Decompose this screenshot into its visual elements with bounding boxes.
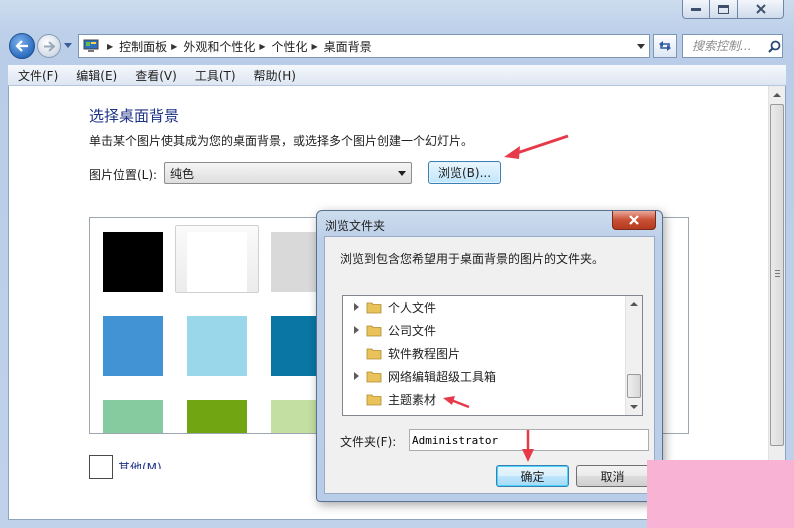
chevron-down-icon	[398, 171, 406, 176]
search-box[interactable]	[682, 34, 783, 58]
grip-icon	[775, 270, 780, 277]
tree-scrollbar[interactable]	[625, 296, 642, 415]
scrollbar-thumb[interactable]	[770, 104, 784, 446]
expand-icon[interactable]	[349, 372, 363, 380]
color-swatch-mint[interactable]	[103, 400, 163, 433]
color-swatch-green[interactable]	[187, 400, 247, 433]
picture-location-select[interactable]: 纯色	[164, 162, 412, 184]
folder-icon	[366, 302, 382, 313]
close-icon	[629, 215, 639, 225]
vertical-scrollbar[interactable]	[768, 86, 785, 519]
page-description: 单击某个图片使其成为您的桌面背景，或选择多个图片创建一个幻灯片。	[89, 134, 474, 148]
address-bar[interactable]: ▶ 控制面板 ▶ 外观和个性化 ▶ 个性化 ▶ 桌面背景	[78, 34, 650, 58]
menu-help[interactable]: 帮助(H)	[244, 67, 304, 84]
color-swatch-black[interactable]	[103, 232, 163, 292]
scroll-up-button[interactable]	[769, 86, 785, 103]
tree-item-label: 公司文件	[388, 323, 437, 338]
tree-scrollbar-thumb[interactable]	[627, 374, 641, 398]
window-caption-buttons	[682, 0, 784, 19]
tree-item-label: 软件教程图片	[388, 346, 461, 361]
arrow-up-icon[interactable]	[630, 302, 638, 306]
maximize-button[interactable]	[710, 0, 738, 19]
cancel-button[interactable]: 取消	[576, 465, 649, 487]
page-title: 选择桌面背景	[89, 107, 180, 125]
menu-bar: 文件(F) 编辑(E) 查看(V) 工具(T) 帮助(H)	[8, 65, 786, 86]
breadcrumb-separator: ▶	[259, 41, 266, 51]
minimize-icon	[691, 8, 701, 11]
menu-view[interactable]: 查看(V)	[125, 67, 185, 84]
folder-icon	[366, 394, 382, 405]
more-colors-link[interactable]: 其他(M)...	[118, 459, 173, 469]
browse-folder-dialog: 浏览文件夹 浏览到包含您希望用于桌面背景的图片的文件夹。 个人文件 公司文件 软…	[316, 210, 663, 502]
dialog-message: 浏览到包含您希望用于桌面背景的图片的文件夹。	[340, 252, 605, 266]
tree-item-toolbox[interactable]: 网络编辑超级工具箱	[343, 365, 496, 387]
tree-item-personal[interactable]: 个人文件	[343, 296, 436, 318]
folder-tree[interactable]: 个人文件 公司文件 软件教程图片 网络编辑超级工具箱 主题素材	[342, 295, 643, 416]
expand-icon[interactable]	[349, 326, 363, 334]
recent-pages-dropdown[interactable]	[64, 43, 72, 48]
search-input[interactable]	[692, 39, 762, 53]
address-dropdown-icon[interactable]	[637, 44, 645, 49]
refresh-icon	[659, 41, 671, 51]
tree-item-label: 主题素材	[388, 392, 437, 407]
dialog-body: 浏览到包含您希望用于桌面背景的图片的文件夹。 个人文件 公司文件 软件教程图片 …	[324, 236, 655, 494]
more-colors-swatch[interactable]	[89, 455, 113, 479]
color-swatch-blue[interactable]	[103, 316, 163, 376]
menu-file[interactable]: 文件(F)	[8, 67, 66, 84]
forward-arrow-icon	[43, 40, 55, 52]
dialog-close-button[interactable]	[612, 211, 656, 230]
refresh-button[interactable]	[653, 34, 677, 58]
browse-button[interactable]: 浏览(B)...	[428, 161, 501, 184]
folder-icon	[366, 325, 382, 336]
breadcrumb-personalization[interactable]: 个性化	[272, 38, 308, 55]
picture-location-label: 图片位置(L):	[89, 168, 158, 182]
forward-button[interactable]	[37, 34, 61, 58]
menu-tools[interactable]: 工具(T)	[185, 67, 244, 84]
tree-item-label: 个人文件	[388, 300, 437, 315]
back-button[interactable]	[9, 33, 35, 59]
picture-location-value: 纯色	[170, 166, 195, 181]
breadcrumb-separator: ▶	[107, 41, 114, 51]
tree-item-theme-material[interactable]: 主题素材	[343, 388, 436, 410]
color-swatch-light-blue[interactable]	[187, 316, 247, 376]
menu-edit[interactable]: 编辑(E)	[66, 67, 125, 84]
tree-item-tutorial-images[interactable]: 软件教程图片	[343, 342, 460, 364]
search-icon[interactable]	[768, 40, 781, 53]
close-button[interactable]	[738, 0, 784, 19]
ok-button[interactable]: 确定	[496, 465, 569, 487]
folder-icon	[366, 371, 382, 382]
arrow-down-icon[interactable]	[630, 405, 638, 409]
expand-icon[interactable]	[349, 303, 363, 311]
maximize-icon	[718, 4, 729, 14]
folder-icon	[366, 348, 382, 359]
tree-item-company[interactable]: 公司文件	[343, 319, 436, 341]
breadcrumb-desktop-background[interactable]: 桌面背景	[324, 38, 372, 55]
watermark-logo	[647, 460, 794, 528]
control-panel-icon	[83, 39, 99, 52]
color-swatch-white[interactable]	[187, 232, 247, 292]
close-icon	[755, 4, 766, 14]
arrow-up-icon	[773, 92, 781, 97]
minimize-button[interactable]	[682, 0, 710, 19]
breadcrumb-separator: ▶	[171, 41, 178, 51]
breadcrumb-appearance[interactable]: 外观和个性化	[183, 38, 255, 55]
breadcrumb-separator: ▶	[311, 41, 318, 51]
tree-item-label: 网络编辑超级工具箱	[388, 369, 497, 384]
breadcrumb-control-panel[interactable]: 控制面板	[119, 38, 167, 55]
folder-field[interactable]	[409, 429, 649, 451]
dialog-title: 浏览文件夹	[325, 219, 386, 233]
back-arrow-icon	[15, 40, 28, 52]
folder-field-label: 文件夹(F):	[340, 435, 397, 449]
